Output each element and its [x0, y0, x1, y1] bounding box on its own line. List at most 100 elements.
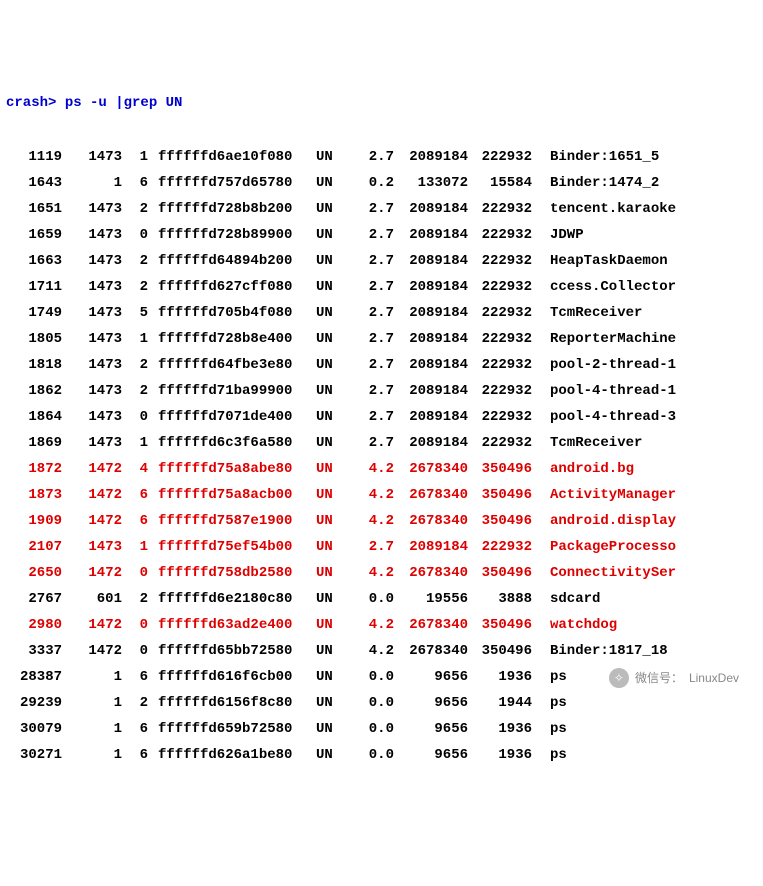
vsz-cell: 2089184	[394, 384, 468, 398]
state-cell: UN	[316, 540, 350, 554]
cpu-cell: 6	[122, 748, 148, 762]
vsz-cell: 2089184	[394, 540, 468, 554]
cmd-cell: TcmReceiver	[532, 306, 642, 320]
rss-cell: 222932	[468, 358, 532, 372]
ppid-cell: 1473	[62, 410, 122, 424]
process-row: 3007916ffffffd659b72580UN0.096561936ps	[6, 716, 757, 742]
addr-cell: ffffffd6e2180c80	[148, 592, 316, 606]
watermark: ✧ 微信号： LinuxDev	[609, 668, 739, 688]
cpu-cell: 6	[122, 488, 148, 502]
process-row: 181814732ffffffd64fbe3e80UN2.72089184222…	[6, 352, 757, 378]
ppid-cell: 1	[62, 722, 122, 736]
ppid-cell: 1473	[62, 254, 122, 268]
cmd-cell: TcmReceiver	[532, 436, 642, 450]
process-row: 2923912ffffffd6156f8c80UN0.096561944ps	[6, 690, 757, 716]
pct-cell: 2.7	[350, 436, 394, 450]
cpu-cell: 0	[122, 228, 148, 242]
process-row: 180514731ffffffd728b8e400UN2.72089184222…	[6, 326, 757, 352]
pct-cell: 2.7	[350, 410, 394, 424]
ppid-cell: 1	[62, 748, 122, 762]
pct-cell: 2.7	[350, 540, 394, 554]
cmd-cell: HeapTaskDaemon	[532, 254, 668, 268]
entered-command: ps -u |grep UN	[56, 95, 182, 111]
addr-cell: ffffffd6ae10f080	[148, 150, 316, 164]
process-row: 165114732ffffffd728b8b200UN2.72089184222…	[6, 196, 757, 222]
rss-cell: 1936	[468, 670, 532, 684]
addr-cell: ffffffd659b72580	[148, 722, 316, 736]
ppid-cell: 1473	[62, 280, 122, 294]
process-row: 186414730ffffffd7071de400UN2.72089184222…	[6, 404, 757, 430]
process-row: 187214724ffffffd75a8abe80UN4.22678340350…	[6, 456, 757, 482]
cmd-cell: ps	[532, 670, 567, 684]
cpu-cell: 0	[122, 566, 148, 580]
rss-cell: 222932	[468, 384, 532, 398]
rss-cell: 1944	[468, 696, 532, 710]
process-row: 210714731ffffffd75ef54b00UN2.72089184222…	[6, 534, 757, 560]
vsz-cell: 2089184	[394, 150, 468, 164]
cmd-cell: android.display	[532, 514, 676, 528]
rss-cell: 350496	[468, 514, 532, 528]
cpu-cell: 1	[122, 332, 148, 346]
rss-cell: 3888	[468, 592, 532, 606]
rss-cell: 222932	[468, 150, 532, 164]
cpu-cell: 2	[122, 254, 148, 268]
addr-cell: ffffffd758db2580	[148, 566, 316, 580]
process-row: 190914726ffffffd7587e1900UN4.22678340350…	[6, 508, 757, 534]
wechat-icon: ✧	[609, 668, 629, 688]
vsz-cell: 2678340	[394, 644, 468, 658]
ppid-cell: 1473	[62, 358, 122, 372]
addr-cell: ffffffd64894b200	[148, 254, 316, 268]
rss-cell: 1936	[468, 748, 532, 762]
cmd-cell: android.bg	[532, 462, 634, 476]
rss-cell: 350496	[468, 488, 532, 502]
cpu-cell: 6	[122, 176, 148, 190]
pct-cell: 0.0	[350, 748, 394, 762]
vsz-cell: 2089184	[394, 202, 468, 216]
rss-cell: 350496	[468, 566, 532, 580]
vsz-cell: 2089184	[394, 410, 468, 424]
watermark-label: 微信号：	[635, 672, 683, 684]
pid-cell: 29239	[6, 696, 62, 710]
state-cell: UN	[316, 748, 350, 762]
state-cell: UN	[316, 176, 350, 190]
pid-cell: 30271	[6, 748, 62, 762]
vsz-cell: 133072	[394, 176, 468, 190]
cpu-cell: 2	[122, 592, 148, 606]
cpu-cell: 6	[122, 514, 148, 528]
watermark-value: LinuxDev	[689, 672, 739, 684]
pid-cell: 1659	[6, 228, 62, 242]
pid-cell: 2107	[6, 540, 62, 554]
pid-cell: 1909	[6, 514, 62, 528]
pct-cell: 4.2	[350, 488, 394, 502]
ppid-cell: 1472	[62, 644, 122, 658]
pct-cell: 4.2	[350, 566, 394, 580]
state-cell: UN	[316, 696, 350, 710]
cmd-cell: ccess.Collector	[532, 280, 676, 294]
rss-cell: 222932	[468, 436, 532, 450]
pid-cell: 2650	[6, 566, 62, 580]
pct-cell: 2.7	[350, 358, 394, 372]
rss-cell: 222932	[468, 410, 532, 424]
pid-cell: 2767	[6, 592, 62, 606]
ppid-cell: 1	[62, 696, 122, 710]
addr-cell: ffffffd616f6cb00	[148, 670, 316, 684]
vsz-cell: 2678340	[394, 618, 468, 632]
rss-cell: 350496	[468, 618, 532, 632]
pid-cell: 1864	[6, 410, 62, 424]
ppid-cell: 1473	[62, 150, 122, 164]
cpu-cell: 2	[122, 202, 148, 216]
rss-cell: 1936	[468, 722, 532, 736]
process-row: 174914735ffffffd705b4f080UN2.72089184222…	[6, 300, 757, 326]
state-cell: UN	[316, 618, 350, 632]
prompt-line: crash> ps -u |grep UN	[6, 90, 757, 116]
process-row: 111914731ffffffd6ae10f080UN2.72089184222…	[6, 144, 757, 170]
rss-cell: 222932	[468, 228, 532, 242]
cmd-cell: ActivityManager	[532, 488, 676, 502]
pct-cell: 0.0	[350, 670, 394, 684]
process-row: 3027116ffffffd626a1be80UN0.096561936ps	[6, 742, 757, 768]
addr-cell: ffffffd728b8e400	[148, 332, 316, 346]
cmd-cell: ReporterMachine	[532, 332, 676, 346]
ppid-cell: 1473	[62, 436, 122, 450]
ppid-cell: 1472	[62, 566, 122, 580]
ppid-cell: 1473	[62, 332, 122, 346]
